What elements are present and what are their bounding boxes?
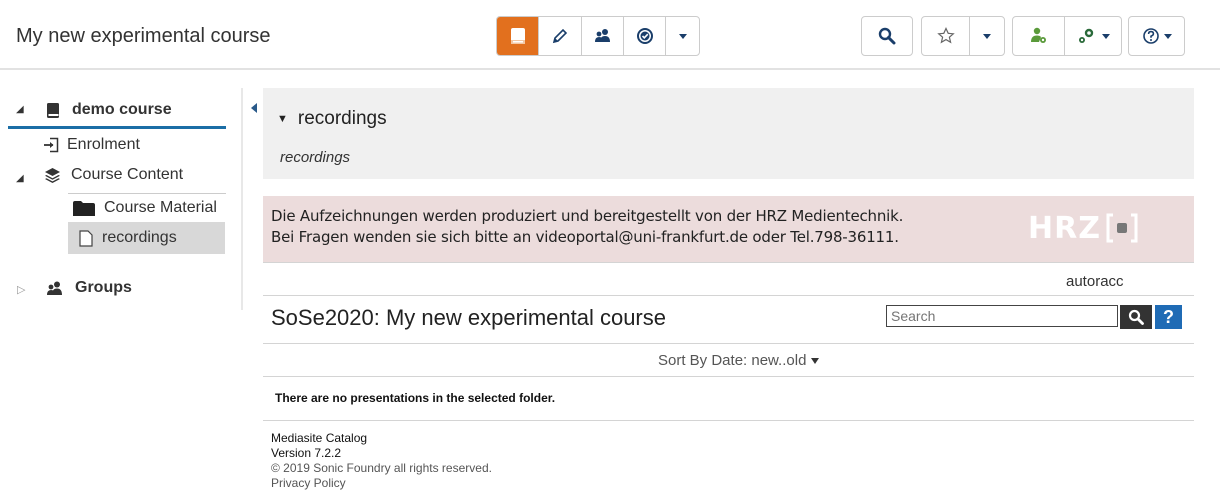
chevron-down-icon [1101,33,1110,39]
tree-item-label: Enrolment [67,136,140,153]
sign-in-icon [44,137,59,153]
footer-version: Version 7.2.2 [271,446,342,460]
search-button[interactable] [862,17,912,55]
panel-title: recordings [297,108,387,129]
gears-icon [1078,28,1093,43]
tree-item-label: recordings [102,229,177,246]
user-gear-icon [1030,27,1046,43]
members-button[interactable] [582,17,624,55]
help-toolbar [1128,16,1185,56]
catalog-search-button[interactable] [1120,305,1152,329]
tree-divider [68,193,226,194]
search-toolbar [861,16,913,56]
book-view-button[interactable] [497,17,539,55]
course-header: My new experimental course [0,0,1220,70]
favorite-button[interactable] [922,17,970,55]
catalog-search-input[interactable] [886,305,1118,327]
tree-item-enrolment[interactable]: Enrolment [43,136,140,154]
hrz-logo-text: HRZ [1028,210,1101,246]
sort-caret-icon [811,357,820,364]
notice-line: Bei Fragen wenden sie sich bitte an vide… [271,228,899,246]
collapse-sidebar-icon[interactable] [251,103,257,113]
search-icon [878,27,896,45]
view-mode-toolbar [496,16,700,56]
expanded-triangle-icon[interactable]: ◢ [16,173,24,184]
current-user: autoracc [1066,273,1124,290]
sort-label: Sort By Date: new..old [658,352,807,369]
edit-button[interactable] [539,17,582,55]
hrz-logo: HRZ [1028,205,1139,251]
file-icon [79,229,93,247]
chevron-down-icon [983,33,991,39]
notice-line: Die Aufzeichnungen werden produziert und… [271,207,904,225]
catalog-help-button[interactable]: ? [1155,305,1182,329]
tree-item-label: demo course [72,101,172,118]
star-icon [936,27,955,44]
tree-item-label: Groups [75,279,132,296]
view-dropdown-button[interactable] [666,17,699,55]
record-icon [1106,213,1138,243]
favorite-toolbar [921,16,1005,56]
recordings-heading[interactable]: ▼ recordings [277,108,387,130]
chevron-down-icon [1163,33,1172,39]
search-icon [1128,309,1144,325]
catalog-title: SoSe2020: My new experimental course [271,305,666,330]
tree-item-course-content[interactable]: Course Content [44,166,183,184]
tree-item-course-material[interactable]: Course Material [73,199,217,217]
help-menu-button[interactable] [1129,17,1184,55]
course-title: My new experimental course [16,25,271,47]
divider [263,420,1194,421]
expanded-triangle-icon[interactable]: ◢ [16,104,24,115]
tree-item-label: Course Material [104,199,217,216]
admin-settings-button[interactable] [1065,17,1121,55]
layers-icon [45,168,60,183]
question-circle-icon [1142,28,1159,44]
tree-item-recordings[interactable]: recordings [79,229,177,247]
divider [263,262,1194,263]
footer-product: Mediasite Catalog [271,431,368,445]
check-button[interactable] [624,17,666,55]
info-notice: Die Aufzeichnungen werden produziert und… [263,196,1194,263]
expanded-caret-icon: ▼ [277,113,288,125]
user-settings-button[interactable] [1013,17,1065,55]
pencil-icon [552,28,568,44]
chevron-down-icon [678,33,687,39]
empty-folder-message: There are no presentations in the select… [275,391,556,405]
divider [263,376,1194,377]
folder-icon [73,200,95,216]
divider [263,343,1194,344]
tree-item-groups[interactable]: Groups [46,279,132,297]
book-icon [510,28,525,44]
tree-item-demo-course[interactable]: demo course [46,101,172,119]
collapsed-triangle-icon[interactable]: ▷ [17,283,25,296]
recordings-panel: ▼ recordings recordings [263,88,1194,179]
panel-subtitle: recordings [280,149,351,166]
privacy-policy-link[interactable]: Privacy Policy [271,476,492,491]
footer-copyright: © 2019 Sonic Foundry all rights reserved… [271,461,492,475]
actions-toolbar [1012,16,1122,56]
favorite-dropdown-button[interactable] [970,17,1004,55]
sort-dropdown[interactable]: Sort By Date: new..old [658,352,820,369]
sidebar-divider [241,88,243,310]
selected-root-underline [8,126,226,129]
book-icon [47,102,59,118]
notice-text: Die Aufzeichnungen werden produziert und… [271,206,903,248]
catalog-footer: Mediasite Catalog Version 7.2.2 © 2019 S… [271,431,492,491]
divider [263,295,1194,296]
tree-item-label: Course Content [71,166,184,183]
users-icon [594,29,610,42]
users-icon [47,281,62,295]
check-circle-icon [636,28,653,44]
